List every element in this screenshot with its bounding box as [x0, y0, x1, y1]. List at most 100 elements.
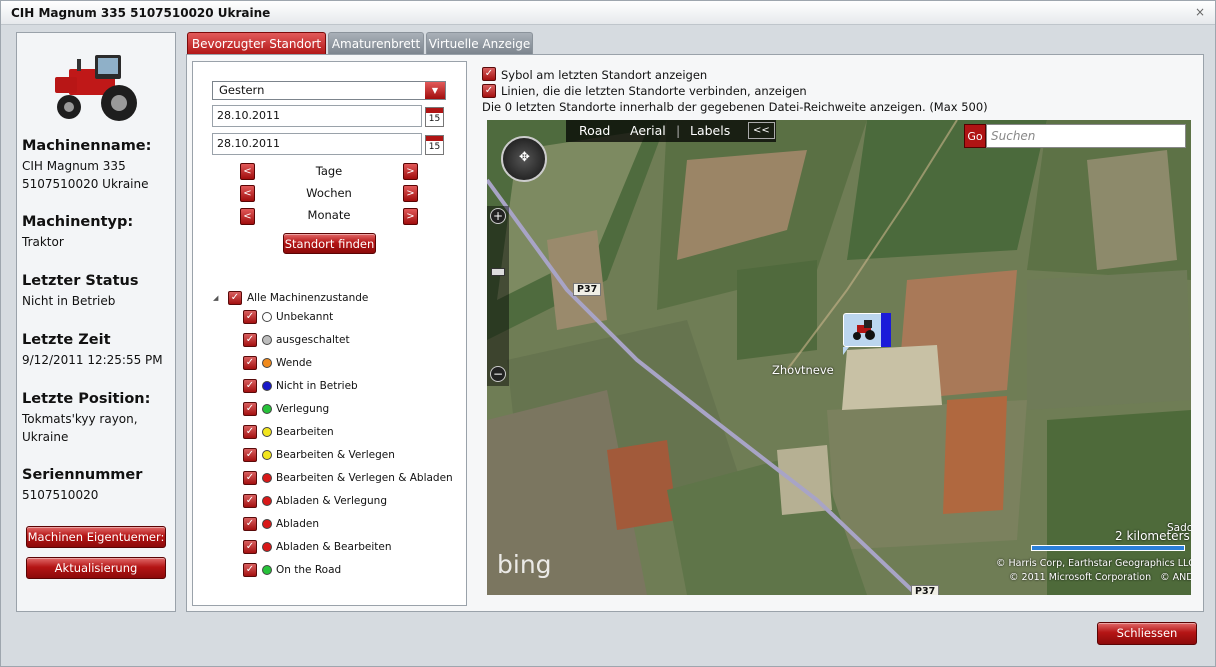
title-bar: CIH Magnum 335 5107510020 Ukraine ×	[1, 1, 1215, 25]
scale-bar	[1031, 545, 1185, 551]
months-next-button[interactable]: >	[403, 208, 418, 225]
tree-item-label: Abladen & Verlegung	[276, 495, 388, 507]
map-labels-button[interactable]: Labels	[690, 120, 730, 142]
close-icon[interactable]: ×	[1195, 5, 1205, 19]
checkbox[interactable]: ✓	[482, 67, 496, 81]
days-label: Tage	[315, 164, 343, 178]
tab-preferred-location[interactable]: Bevorzugter Standort	[187, 32, 326, 55]
checkbox[interactable]: ✓	[243, 310, 257, 324]
tree-item-label: Abladen & Bearbeiten	[276, 541, 392, 553]
machine-type-label: Machinentyp:	[22, 214, 134, 230]
checkbox[interactable]: ✓	[243, 563, 257, 577]
date-to-input[interactable]: 28.10.2011	[212, 133, 422, 155]
collapse-toolbar-button[interactable]: <<	[748, 122, 775, 139]
period-select[interactable]: Gestern ▼	[212, 81, 446, 100]
days-prev-button[interactable]: <	[240, 163, 255, 180]
dialog-window: CIH Magnum 335 5107510020 Ukraine × Mach…	[0, 0, 1216, 667]
machine-name-line1: CIH Magnum 335	[22, 159, 126, 173]
months-label: Monate	[307, 208, 351, 222]
window-title: CIH Magnum 335 5107510020 Ukraine	[11, 6, 271, 20]
weeks-next-button[interactable]: >	[403, 185, 418, 202]
serial-value: 5107510020	[22, 488, 99, 502]
map-aerial-button[interactable]: Aerial	[630, 120, 666, 142]
scale-label: 2 kilometers	[1115, 529, 1190, 543]
checkbox[interactable]: ✓	[243, 425, 257, 439]
checkbox[interactable]: ✓	[482, 84, 496, 98]
status-dot-icon	[262, 473, 272, 483]
pan-control[interactable]: ✥	[501, 136, 547, 182]
last-time-label: Letzte Zeit	[22, 332, 111, 348]
map-search-input[interactable]: Suchen	[986, 124, 1186, 148]
tree-item-label: On the Road	[276, 564, 342, 576]
zoom-in-button[interactable]: +	[490, 208, 506, 224]
checkbox[interactable]: ✓	[243, 540, 257, 554]
checkbox[interactable]: ✓	[243, 402, 257, 416]
zoom-slider-thumb[interactable]	[491, 268, 505, 276]
checkbox[interactable]: ✓	[228, 291, 242, 305]
map-view[interactable]: ✥ + − P37 P37 Zhovtneve Sado bing 2 kilo…	[487, 120, 1191, 595]
weeks-label: Wochen	[306, 186, 352, 200]
bing-logo: bing	[497, 550, 552, 579]
search-go-button[interactable]: Go	[964, 124, 986, 148]
zoom-out-button[interactable]: −	[490, 366, 506, 382]
close-button[interactable]: Schliessen	[1097, 622, 1197, 645]
tree-item-label: Bearbeiten & Verlegen & Abladen	[276, 472, 453, 484]
status-dot-icon	[262, 565, 272, 575]
tree-root-label: Alle Machinenzustande	[247, 292, 369, 304]
status-dot-icon	[262, 312, 272, 322]
months-prev-button[interactable]: <	[240, 208, 255, 225]
machine-info-panel: Machinenname: CIH Magnum 335 5107510020 …	[16, 32, 176, 612]
date-from-input[interactable]: 28.10.2011	[212, 105, 422, 127]
checkbox[interactable]: ✓	[243, 471, 257, 485]
copyright-line-2: © 2011 Microsoft Corporation © AND	[1009, 572, 1191, 583]
tab-dashboard[interactable]: Amaturenbrett	[328, 32, 424, 55]
road-label: P37	[911, 585, 940, 595]
checkbox[interactable]: ✓	[243, 517, 257, 531]
period-select-value: Gestern	[219, 83, 265, 97]
checkbox[interactable]: ✓	[243, 379, 257, 393]
checkbox[interactable]: ✓	[243, 494, 257, 508]
tractor-icon	[853, 320, 875, 340]
days-next-button[interactable]: >	[403, 163, 418, 180]
last-status-value: Nicht in Betrieb	[22, 294, 116, 308]
weeks-prev-button[interactable]: <	[240, 185, 255, 202]
zoom-bar	[487, 206, 509, 386]
tree-item-label: Bearbeiten	[276, 426, 334, 438]
checkbox[interactable]: ✓	[243, 333, 257, 347]
copyright-line-1: © Harris Corp, Earthstar Geographics LLC	[996, 558, 1191, 569]
tree-item-label: Nicht in Betrieb	[276, 380, 358, 392]
status-dot-icon	[262, 519, 272, 529]
tree-item-label: Abladen	[276, 518, 319, 530]
status-dot-icon	[262, 450, 272, 460]
status-dot-icon	[262, 404, 272, 414]
machine-name-line2: 5107510020 Ukraine	[22, 177, 149, 191]
find-location-button[interactable]: Standort finden	[283, 233, 376, 254]
status-dot-icon	[262, 358, 272, 368]
last-position-label: Letzte Position:	[22, 391, 151, 407]
tree-item-label: Unbekannt	[276, 311, 334, 323]
map-info-text: Die 0 letzten Standorte innerhalb der ge…	[482, 100, 988, 114]
road-label: P37	[573, 283, 602, 296]
toolbar-divider: |	[676, 123, 681, 138]
expand-icon[interactable]: ◢	[213, 290, 218, 306]
machine-location-pin[interactable]	[843, 313, 891, 355]
status-dot-icon	[262, 381, 272, 391]
status-dot-icon	[262, 542, 272, 552]
calendar-icon[interactable]: 15	[425, 135, 444, 155]
tree-item-label: Wende	[276, 357, 313, 369]
machine-type-value: Traktor	[22, 235, 64, 249]
last-time-value: 9/12/2011 12:25:55 PM	[22, 353, 163, 367]
map-road-button[interactable]: Road	[579, 120, 610, 142]
satellite-imagery	[487, 120, 1191, 595]
last-position-line1: Tokmats'kyy rayon,	[22, 412, 138, 426]
calendar-icon[interactable]: 15	[425, 107, 444, 127]
checkbox[interactable]: ✓	[243, 448, 257, 462]
refresh-button[interactable]: Aktualisierung	[26, 557, 166, 579]
tab-virtual-display[interactable]: Virtuelle Anzeige	[426, 32, 533, 55]
owner-button[interactable]: Machinen Eigentuemer:	[26, 526, 166, 548]
chevron-down-icon[interactable]: ▼	[425, 82, 445, 99]
checkbox[interactable]: ✓	[243, 356, 257, 370]
pan-arrows-icon: ✥	[519, 150, 530, 165]
tractor-icon	[55, 55, 137, 121]
machine-name-label: Machinenname:	[22, 138, 152, 154]
